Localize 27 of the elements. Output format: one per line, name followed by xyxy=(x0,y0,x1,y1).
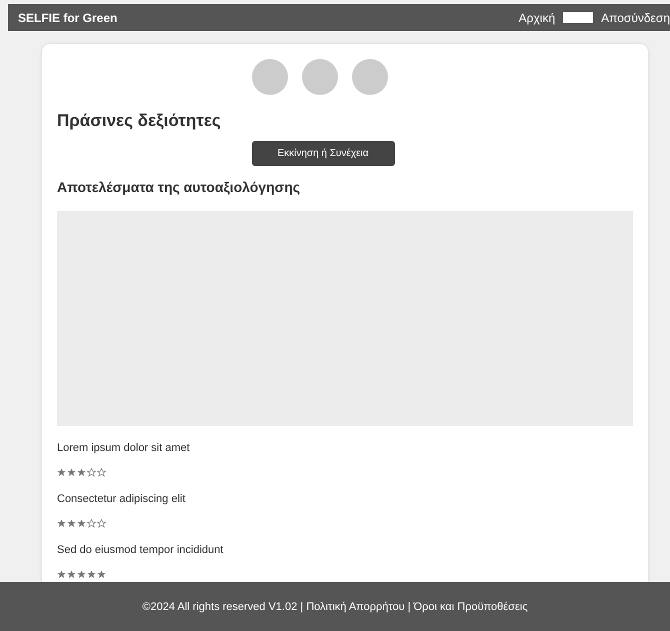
star-icon xyxy=(97,570,106,579)
page-title: Πράσινες δεξιότητες xyxy=(57,111,222,131)
step-circle xyxy=(352,59,388,95)
result-label: Lorem ipsum dolor sit amet xyxy=(57,442,191,454)
star-icon xyxy=(57,468,66,477)
empty-star-icon xyxy=(97,519,106,528)
star-icon xyxy=(77,468,86,477)
nav-link[interactable]: Αποσύνδεση xyxy=(601,10,670,24)
footer-text: ©2024 All rights reserved V1.02 | Πολιτική Απορρήτου | Όροι και Προϋποθέσεις xyxy=(142,600,528,612)
start-button[interactable]: Εκκίνηση ή Συνέχεια xyxy=(252,141,394,166)
star-icon xyxy=(77,519,86,528)
star-icon xyxy=(77,570,86,579)
blank-box xyxy=(563,12,594,23)
star-icon xyxy=(67,519,76,528)
star-icon xyxy=(67,468,76,477)
step-circle xyxy=(252,59,288,95)
nav-link[interactable]: Αρχική xyxy=(518,10,556,24)
star-icon xyxy=(67,570,76,579)
empty-star-icon xyxy=(97,468,106,477)
result-label: Sed do eiusmod tempor incididunt xyxy=(57,544,224,556)
star-icon xyxy=(87,570,96,579)
brand-name: SELFIE for Green xyxy=(18,10,118,24)
step-circle xyxy=(302,59,338,95)
results-heading: Αποτελέσματα της αυτοαξιολόγησης xyxy=(57,179,302,195)
star-icon xyxy=(57,519,66,528)
star-icon xyxy=(57,570,66,579)
result-label: Consectetur adipiscing elit xyxy=(57,493,186,505)
